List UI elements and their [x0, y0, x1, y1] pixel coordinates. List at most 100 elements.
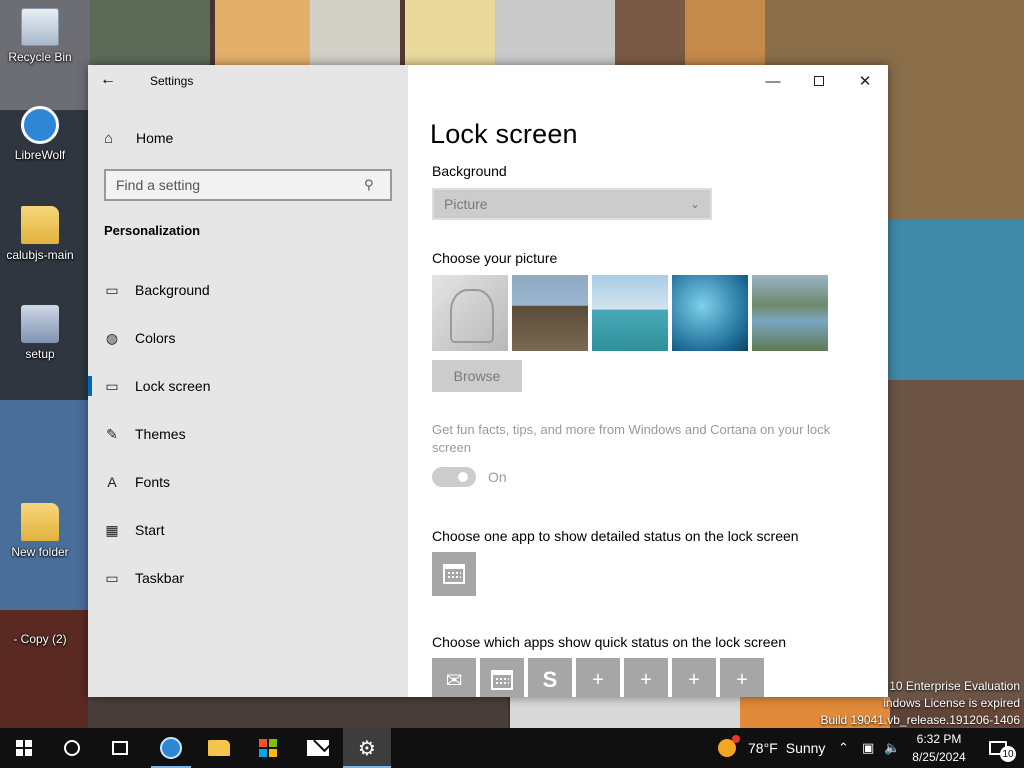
detailed-status-app-button[interactable] — [432, 552, 476, 596]
quick-status-calendar-button[interactable] — [480, 658, 524, 697]
sidebar-item-colors[interactable]: ◍ Colors — [88, 318, 408, 358]
sidebar-item-taskbar[interactable]: ▭ Taskbar — [88, 558, 408, 598]
clock[interactable]: 6:32 PM 8/25/2024 — [908, 730, 970, 766]
choose-picture-label: Choose your picture — [432, 250, 558, 266]
image-icon: ▭ — [105, 281, 119, 298]
taskbar-librewolf[interactable] — [147, 728, 195, 768]
picture-thumbnail-5[interactable] — [752, 275, 828, 351]
taskbar-file-explorer[interactable] — [195, 728, 243, 768]
quick-status-mail-button[interactable]: ✉ — [432, 658, 476, 697]
sidebar-item-themes[interactable]: ✎ Themes — [88, 414, 408, 454]
window-title: Settings — [150, 74, 194, 88]
skype-icon: S — [542, 667, 558, 692]
quick-status-add-button-1[interactable]: + — [576, 658, 620, 697]
lock-screen-icon: ▭ — [105, 377, 119, 394]
font-icon: A — [107, 474, 117, 490]
maximize-icon — [814, 76, 824, 86]
tray-volume[interactable]: 🔈 — [884, 728, 900, 768]
taskbar-icon: ▭ — [105, 569, 119, 586]
tray-network[interactable]: ▣ — [862, 728, 874, 768]
quick-status-label: Choose which apps show quick status on t… — [432, 634, 787, 650]
sidebar-item-lock-screen[interactable]: ▭ Lock screen — [88, 366, 408, 406]
windows-logo-icon — [16, 740, 32, 756]
start-icon: ▦ — [105, 521, 119, 538]
mail-icon: ✉ — [445, 669, 463, 692]
desktop-icon-calubjs-main[interactable]: calubjs-main — [0, 206, 80, 262]
gear-icon: ⚙ — [358, 737, 376, 760]
search-input[interactable]: Find a setting ⚲ — [104, 169, 392, 201]
fun-facts-toggle[interactable] — [432, 467, 476, 487]
desktop-icon-copy-2[interactable]: - Copy (2) — [0, 632, 80, 646]
taskbar-settings[interactable]: ⚙ — [343, 728, 391, 768]
librewolf-icon — [21, 106, 59, 144]
close-icon: ✕ — [858, 73, 872, 90]
cortana-icon — [64, 740, 80, 756]
taskbar-store[interactable] — [244, 728, 292, 768]
folder-icon — [21, 206, 59, 244]
chevron-up-icon: ⌃ — [838, 740, 849, 755]
quick-status-skype-button[interactable]: S — [528, 658, 572, 697]
setup-icon — [21, 305, 59, 343]
search-placeholder: Find a setting — [116, 177, 201, 193]
desktop-icon-recycle-bin[interactable]: Recycle Bin — [0, 8, 80, 64]
network-icon: ▣ — [862, 740, 875, 755]
quick-status-add-button-2[interactable]: + — [624, 658, 668, 697]
picture-thumbnail-3[interactable] — [592, 275, 668, 351]
toggle-state-label: On — [488, 469, 507, 485]
quick-status-add-button-3[interactable]: + — [672, 658, 716, 697]
folder-icon — [208, 740, 230, 756]
browse-button[interactable]: Browse — [432, 360, 522, 392]
chevron-down-icon: ⌄ — [689, 197, 700, 211]
main-content: Lock screen Background Picture ⌄ Choose … — [408, 97, 888, 697]
minimize-button[interactable]: — — [750, 65, 796, 97]
settings-window: ← Settings — ✕ ⌂ Home Find a setting ⚲ P… — [88, 65, 888, 697]
quick-status-add-button-4[interactable]: + — [720, 658, 764, 697]
title-bar[interactable]: ← Settings — ✕ — [88, 65, 888, 97]
taskbar-mail[interactable] — [294, 728, 342, 768]
search-button[interactable] — [48, 728, 96, 768]
taskbar: ⚙ 78°F Sunny ⌃ ▣ 🔈 6:32 PM 8/25/2024 10 — [0, 728, 1024, 768]
recycle-bin-icon — [21, 8, 59, 46]
tray-chevron[interactable]: ⌃ — [838, 728, 849, 768]
desktop-icon-new-folder[interactable]: New folder — [0, 503, 80, 559]
notification-count: 10 — [1000, 746, 1016, 762]
arrow-left-icon: ← — [100, 71, 116, 88]
page-title: Lock screen — [430, 119, 578, 149]
minimize-icon: — — [765, 72, 781, 90]
start-button[interactable] — [0, 728, 48, 768]
weather-sun-icon — [718, 735, 740, 757]
sidebar-item-background[interactable]: ▭ Background — [88, 270, 408, 310]
back-button[interactable]: ← — [100, 71, 124, 91]
store-icon — [259, 739, 277, 757]
add-icon: + — [640, 668, 652, 691]
sidebar-item-start[interactable]: ▦ Start — [88, 510, 408, 550]
add-icon: + — [592, 668, 604, 691]
home-icon: ⌂ — [104, 129, 114, 147]
palette-icon: ◍ — [105, 329, 119, 346]
maximize-button[interactable] — [796, 65, 842, 97]
mail-icon — [307, 740, 329, 756]
background-dropdown[interactable]: Picture ⌄ — [432, 188, 712, 220]
brush-icon: ✎ — [106, 425, 118, 442]
sidebar-home[interactable]: ⌂ Home — [104, 128, 173, 148]
picture-thumbnail-2[interactable] — [512, 275, 588, 351]
folder-icon — [21, 503, 59, 541]
picture-thumbnail-1[interactable] — [432, 275, 508, 351]
desktop-icon-setup[interactable]: setup — [0, 305, 80, 361]
task-view-button[interactable] — [96, 728, 144, 768]
librewolf-icon — [160, 737, 182, 759]
desktop-icon-librewolf[interactable]: LibreWolf — [0, 106, 80, 162]
close-button[interactable]: ✕ — [842, 65, 888, 97]
detailed-status-label: Choose one app to show detailed status o… — [432, 528, 799, 544]
picture-thumbnail-4[interactable] — [672, 275, 748, 351]
add-icon: + — [736, 668, 748, 691]
volume-muted-icon: 🔈 — [884, 740, 901, 755]
add-icon: + — [688, 668, 700, 691]
toggle-knob — [458, 472, 468, 482]
task-view-icon — [112, 741, 128, 755]
background-label: Background — [432, 163, 507, 179]
sidebar-item-fonts[interactable]: A Fonts — [88, 462, 408, 502]
weather-widget[interactable]: 78°F Sunny — [718, 728, 825, 768]
action-center-button[interactable]: 10 — [978, 728, 1018, 768]
search-icon: ⚲ — [364, 177, 374, 192]
